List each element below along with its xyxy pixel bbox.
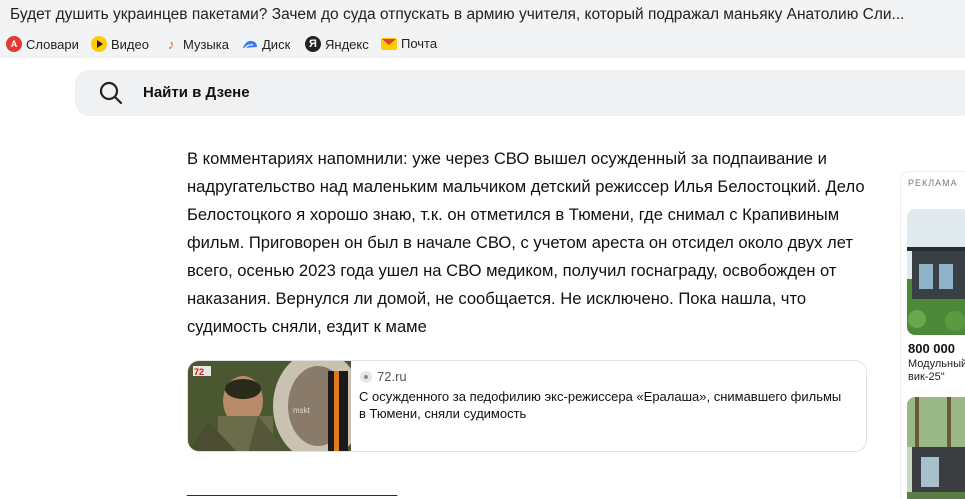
thumb-watermark: 72 <box>194 367 204 377</box>
disk-cloud-icon <box>242 36 258 52</box>
card-source-label: 72.ru <box>377 369 407 384</box>
ad-description: Модульный вик-25" <box>908 358 965 384</box>
bookmark-mail[interactable]: Почта <box>381 36 437 51</box>
article-paragraph: В комментариях напомнили: уже через СВО … <box>187 149 865 336</box>
bookmark-label: Видео <box>111 36 149 52</box>
yandex-logo-icon: Я <box>305 36 321 52</box>
thumb-badge: mskt <box>293 406 311 415</box>
ad-desc-line2: вик-25" <box>908 371 945 383</box>
card-source[interactable]: 72.ru <box>360 369 407 384</box>
zen-header: Найти в Дзене <box>0 58 965 128</box>
ad-image-house[interactable] <box>907 209 965 335</box>
ad-desc-line1: Модульный <box>908 358 965 370</box>
ad-image-cabin[interactable] <box>907 397 965 499</box>
link-preview-card[interactable]: 72 mskt 72.ru С осужденного за педофилию… <box>187 360 867 452</box>
bookmark-label: Почта <box>401 36 438 51</box>
card-title[interactable]: С осужденного за педофилию экс-режиссера… <box>359 388 849 422</box>
window-titlebar: Будет душить украинцев пакетами? Зачем д… <box>0 0 965 31</box>
bookmark-disk[interactable]: Диск <box>242 36 290 52</box>
search-icon[interactable] <box>99 81 123 105</box>
bookmarks-bar: A Словари Видео ♪ Музыка Диск Я Яндекс П… <box>0 31 965 58</box>
bookmark-label: Диск <box>262 36 291 52</box>
article-separator: ___________________________ <box>187 480 398 496</box>
ad-sidebar[interactable]: РЕКЛАМА 800 000 Модульный вик-25" <box>900 171 965 499</box>
search-input[interactable]: Найти в Дзене <box>75 70 965 116</box>
bookmark-dictionaries[interactable]: A Словари <box>6 36 79 52</box>
source-favicon-icon <box>360 370 372 383</box>
card-thumbnail: 72 mskt <box>188 361 363 451</box>
bookmark-label: Музыка <box>183 36 229 52</box>
dictionary-icon: A <box>6 36 22 52</box>
mail-envelope-icon <box>381 37 397 50</box>
music-note-icon: ♪ <box>167 36 175 52</box>
page-title: Будет душить украинцев пакетами? Зачем д… <box>10 6 905 23</box>
video-play-icon <box>91 36 107 52</box>
article-area: В комментариях напомнили: уже через СВО … <box>0 128 965 499</box>
bookmark-label: Яндекс <box>325 36 369 52</box>
bookmark-video[interactable]: Видео <box>91 36 149 52</box>
bookmark-music[interactable]: ♪ Музыка <box>163 36 229 52</box>
search-placeholder: Найти в Дзене <box>143 84 250 101</box>
ad-label: РЕКЛАМА <box>908 178 958 188</box>
ad-price: 800 000 <box>908 341 955 356</box>
bookmark-yandex[interactable]: Я Яндекс <box>305 36 369 52</box>
bookmark-label: Словари <box>26 36 79 52</box>
